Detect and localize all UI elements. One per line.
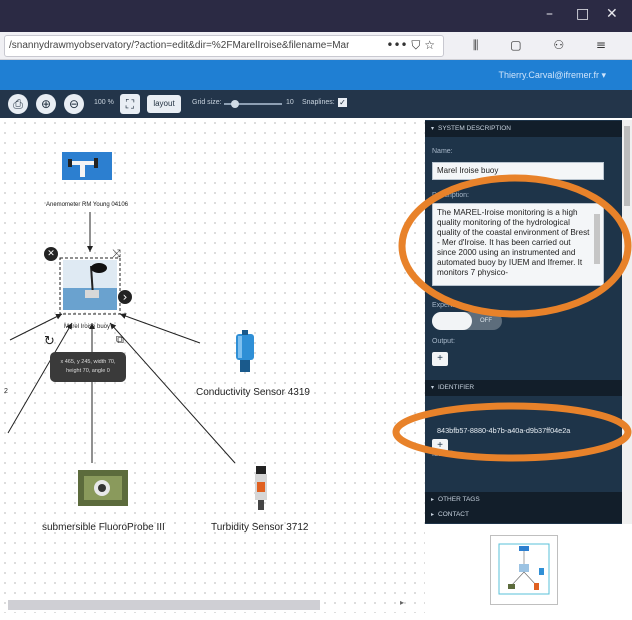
left-edge-label: 2 [4, 388, 8, 395]
expand-arrow-icon: ▸ [431, 497, 435, 503]
name-field[interactable]: Marel Iroise buoy [432, 162, 604, 180]
collapse-arrow-icon: ▾ [431, 126, 435, 132]
remove-node-icon[interactable]: ✕ [44, 247, 58, 261]
embed-icon[interactable]: ⧉ [116, 333, 124, 347]
page-actions-icon[interactable]: ••• ⛉ ☆ [386, 38, 435, 53]
print-icon[interactable]: ⎙ [8, 94, 28, 114]
description-scrollbar[interactable] [594, 214, 600, 264]
section-identifier[interactable]: ▾ IDENTIFIER [425, 380, 622, 396]
description-field[interactable]: The MAREL-Iroise monitoring is a high qu… [432, 203, 604, 286]
grid-size-label: Grid size: [192, 99, 222, 106]
close-icon[interactable]: ✕ [606, 6, 618, 22]
rotate-icon[interactable]: ↻ [44, 334, 55, 349]
turbidity-label: Turbidity Sensor 3712 [211, 522, 309, 533]
snaplines-label: Snaplines: [302, 99, 335, 106]
add-identifier-button[interactable]: + [432, 439, 448, 453]
window-titlebar: – □ ✕ [0, 0, 632, 32]
add-output-button[interactable]: + [432, 352, 448, 366]
app-header: Thierry.Carval@ifremer.fr ▾ [0, 60, 632, 90]
anemometer-node-image[interactable] [62, 152, 112, 180]
diagram-minimap[interactable] [490, 535, 558, 605]
url-bar[interactable]: /snannydrawmyobservatory/?action=edit&di… [4, 35, 444, 57]
expert-label: Expert: [432, 302, 455, 309]
conductivity-label: Conductivity Sensor 4319 [196, 387, 310, 398]
next-node-icon[interactable]: › [118, 290, 132, 304]
panel-scrollbar-thumb[interactable] [624, 126, 630, 206]
grid-size-value: 10 [286, 99, 294, 106]
minimap-preview [498, 543, 550, 595]
section-other-tags[interactable]: ▸ OTHER TAGS [425, 492, 622, 508]
snaplines-checkbox[interactable]: ✓ [338, 98, 347, 107]
grid-size-slider-handle[interactable] [231, 100, 239, 108]
browser-menu-icons[interactable]: ⫼ ▢ ⚇ ≡ [473, 38, 620, 53]
buoy-node-image[interactable] [63, 260, 117, 310]
collapse-arrow-icon: ▾ [431, 385, 435, 391]
zoom-in-icon[interactable]: ⊕ [36, 94, 56, 114]
zoom-level: 100 % [94, 99, 114, 106]
expert-toggle-text: OFF [480, 318, 492, 324]
turbidity-sensor-image[interactable] [252, 466, 270, 512]
fit-to-screen-icon[interactable]: ⛶ [120, 94, 140, 114]
anemometer-label: Anemometer RM Young 04106 [46, 202, 129, 208]
link-tool-icon[interactable]: ⤨ [112, 247, 121, 261]
zoom-out-icon[interactable]: ⊖ [64, 94, 84, 114]
url-text[interactable]: /snannydrawmyobservatory/?action=edit&di… [9, 40, 349, 51]
user-menu[interactable]: Thierry.Carval@ifremer.fr ▾ [499, 70, 607, 81]
section-contact[interactable]: ▸ CONTACT [425, 507, 622, 523]
link-conductivity[interactable] [119, 313, 201, 344]
identifier-value[interactable]: 843bfb57-8880-4b7b-a40a-d9b37ff04e2a [437, 426, 570, 435]
browser-navbar: /snannydrawmyobservatory/?action=edit&di… [0, 32, 632, 60]
editor-toolbar: ⎙ ⊕ ⊖ 100 % ⛶ layout Grid size: 10 Snapl… [0, 90, 632, 118]
canvas-horizontal-scrollbar[interactable] [8, 600, 320, 610]
geometry-tooltip: x 465, y 245, width 70, height 70, angle… [50, 352, 126, 382]
description-label: Description: [432, 192, 469, 199]
name-label: Name: [432, 148, 453, 155]
minimize-icon[interactable]: – [546, 6, 553, 22]
output-label: Output: [432, 338, 455, 345]
fluoroprobe-label: submersible FluoroProbe III [42, 522, 165, 533]
layout-button[interactable]: layout [147, 95, 181, 113]
conductivity-sensor-image[interactable] [232, 330, 258, 376]
expand-arrow-icon: ▸ [431, 512, 435, 518]
expert-toggle-knob[interactable] [432, 312, 472, 330]
section-system-description[interactable]: ▾ SYSTEM DESCRIPTION [425, 121, 622, 137]
maximize-icon[interactable]: □ [576, 6, 589, 22]
scroll-right-icon[interactable]: ▸ [400, 598, 404, 607]
fluoroprobe-image[interactable] [78, 470, 128, 506]
buoy-label: Marel Iroise buoy [64, 324, 111, 330]
